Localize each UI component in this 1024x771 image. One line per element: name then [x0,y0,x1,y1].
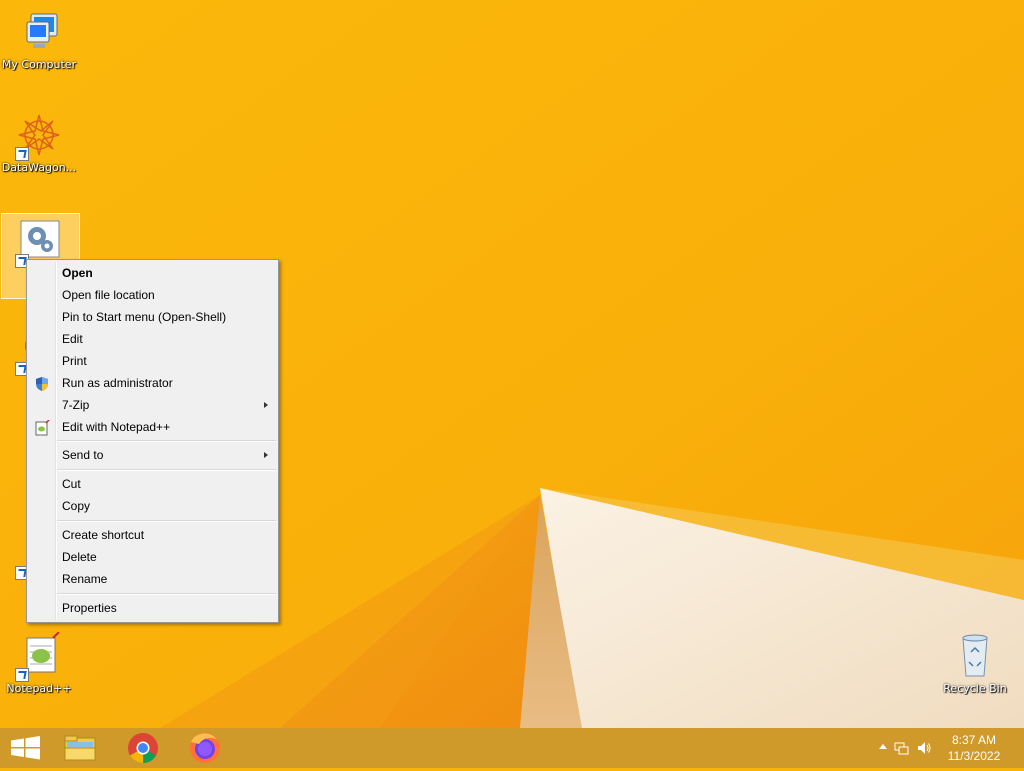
recycle-bin-icon [951,632,999,680]
clock-time: 8:37 AM [951,733,997,747]
menu-item-label: Open [62,266,93,280]
menu-item-delete[interactable]: Delete [29,546,276,568]
menu-separator [57,469,276,471]
shortcut-arrow-icon [15,668,29,682]
menu-item-label: Create shortcut [62,528,145,542]
firefox-icon [190,733,220,763]
menu-separator [57,593,276,595]
notepad-plus-plus-icon [34,419,50,436]
menu-item-label: Delete [62,550,97,564]
menu-item-label: Rename [62,572,108,586]
menu-separator [57,520,276,522]
datawagon-icon [15,111,63,161]
context-menu: Open Open file location Pin to Start men… [26,259,279,623]
start-button[interactable] [0,728,56,768]
taskbar-firefox[interactable] [177,728,233,768]
taskbar-clock[interactable]: 8:37 AM 11/3/2022 [939,732,1009,764]
show-hidden-icons-icon[interactable] [879,744,887,749]
menu-item-run-as-administrator[interactable]: Run as administrator [29,372,276,394]
menu-item-pin-to-start[interactable]: Pin to Start menu (Open-Shell) [29,306,276,328]
menu-item-cut[interactable]: Cut [29,473,276,495]
menu-separator [57,440,276,442]
menu-item-label: Send to [62,448,104,462]
desktop-icon-notepad-plus-plus[interactable]: Notepad++ [0,631,78,695]
menu-item-7-zip[interactable]: 7-Zip [29,394,276,416]
desktop-icon-label: Recycle Bin [943,682,1007,695]
network-icon[interactable] [894,740,910,759]
desktop-icon-label: Notepad++ [6,682,72,695]
volume-icon[interactable] [916,740,932,759]
menu-item-label: 7-Zip [62,398,90,412]
computer-icon [15,8,63,56]
menu-item-label: Copy [62,499,91,513]
menu-item-copy[interactable]: Copy [29,495,276,517]
desktop-icon-recycle-bin[interactable]: Recycle Bin [936,632,1014,695]
menu-item-open-file-location[interactable]: Open file location [29,284,276,306]
menu-item-label: Edit [62,332,83,346]
menu-item-label: Open file location [62,288,155,302]
chrome-icon [128,733,158,764]
menu-item-label: Cut [62,477,81,491]
taskbar: 8:37 AM 11/3/2022 [0,728,1024,768]
menu-item-rename[interactable]: Rename [29,568,276,590]
start-icon [11,736,40,760]
menu-item-label: Run as administrator [62,376,173,390]
menu-item-create-shortcut[interactable]: Create shortcut [29,524,276,546]
clock-date: 11/3/2022 [947,749,1001,763]
menu-item-properties[interactable]: Properties [29,597,276,619]
taskbar-chrome[interactable] [115,728,171,768]
system-tray: 8:37 AM 11/3/2022 [864,728,1024,768]
shortcut-arrow-icon [15,147,29,161]
desktop-icon-datawagon[interactable]: DataWagon... [0,111,78,174]
taskbar-file-explorer[interactable] [52,728,108,768]
menu-item-label: Properties [62,601,117,615]
submenu-arrow-icon [264,452,268,458]
menu-item-open[interactable]: Open [29,262,276,284]
desktop-icon-label: My Computer [1,58,77,71]
desktop-icon-my-computer[interactable]: My Computer [0,8,78,71]
menu-item-label: Pin to Start menu (Open-Shell) [62,310,227,324]
notepad-plus-plus-icon [15,631,63,682]
desktop-icon-label: DataWagon... [1,161,77,174]
menu-item-label: Edit with Notepad++ [62,420,171,434]
uac-shield-icon [34,376,50,391]
menu-item-label: Print [62,354,87,368]
menu-item-print[interactable]: Print [29,350,276,372]
menu-item-edit-with-notepad-plus-plus[interactable]: Edit with Notepad++ [29,416,276,438]
submenu-arrow-icon [264,402,268,408]
file-explorer-icon [64,735,96,761]
menu-item-edit[interactable]: Edit [29,328,276,350]
menu-item-send-to[interactable]: Send to [29,444,276,466]
